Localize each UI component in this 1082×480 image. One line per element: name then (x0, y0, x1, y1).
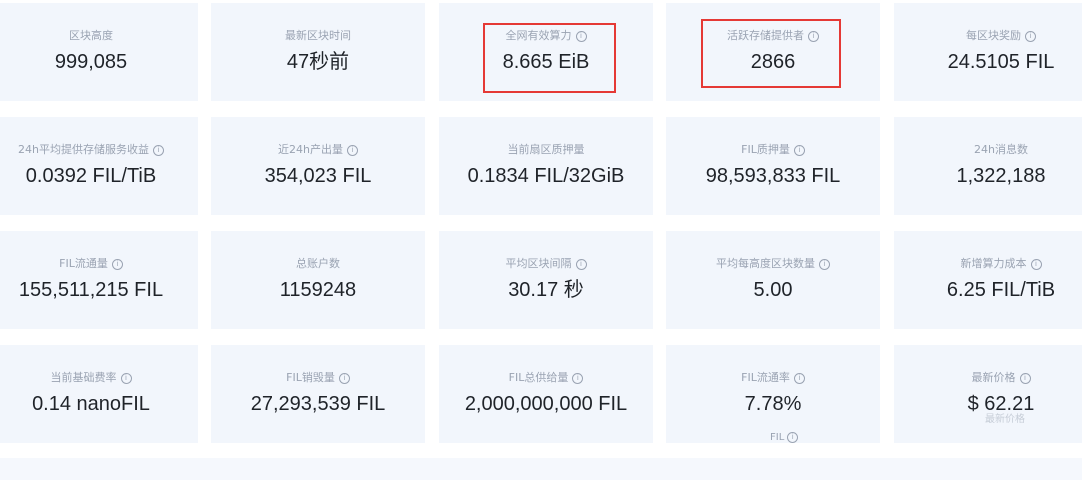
stat-card: 总账户数 1159248 (211, 231, 425, 329)
stat-label: 近24h产出量 i (278, 143, 358, 157)
stat-value: 6.25 FIL/TiB (946, 279, 1056, 301)
stat-value: 0.14 nanoFIL (32, 393, 150, 415)
stat-value: 24.5105 FIL (947, 51, 1055, 73)
stat-value: 2,000,000,000 FIL (464, 393, 628, 415)
info-icon[interactable]: i (111, 258, 123, 270)
stat-label: 新增算力成本 i (961, 257, 1042, 271)
stat-label-text: 当前扇区质押量 (507, 143, 585, 156)
stat-label-text: 24h消息数 (974, 143, 1028, 156)
stat-label-text: 当前基础费率 (50, 371, 117, 384)
stat-label-text: 平均每高度区块数量 (716, 257, 815, 270)
stat-label-text: FIL流通率 (741, 371, 790, 384)
stat-card: 平均区块间隔 i 30.17 秒 (439, 231, 653, 329)
stat-label: 每区块奖励 i (966, 29, 1036, 43)
stat-value: 0.1834 FIL/32GiB (467, 165, 625, 187)
stat-card: FIL质押量 i 98,593,833 FIL (666, 117, 880, 215)
info-icon[interactable]: i (793, 144, 805, 156)
stat-label-text: 最新价格 (971, 371, 1016, 384)
stat-label-text: 每区块奖励 (966, 29, 1021, 42)
stat-value: 5.00 (753, 279, 793, 301)
stat-value: 98,593,833 FIL (705, 165, 841, 187)
stat-label: FIL销毁量 i (286, 371, 350, 385)
stat-card: FIL销毁量 i 27,293,539 FIL (211, 345, 425, 443)
info-icon[interactable]: i (1019, 372, 1031, 384)
stat-label: FIL流通率 i (741, 371, 805, 385)
stat-label-text: FIL销毁量 (286, 371, 335, 384)
stat-value: 47秒前 (286, 51, 350, 73)
stat-label: FIL质押量 i (741, 143, 805, 157)
stat-card: 平均每高度区块数量 i 5.00 (666, 231, 880, 329)
stat-card: 每区块奖励 i 24.5105 FIL (894, 3, 1082, 101)
stat-label: 最新价格 i (972, 371, 1031, 385)
stat-label: 总账户数 (296, 257, 340, 271)
stat-card: 24h平均提供存储服务收益 i 0.0392 FIL/TiB (0, 117, 198, 215)
stat-value: 27,293,539 FIL (250, 393, 386, 415)
stat-card: 24h消息数 1,322,188 (894, 117, 1082, 215)
info-icon[interactable]: i (793, 372, 805, 384)
stat-label-text: 近24h产出量 (278, 143, 343, 156)
info-icon[interactable]: i (152, 144, 164, 156)
stat-value: 354,023 FIL (264, 165, 372, 187)
info-icon[interactable]: i (338, 372, 350, 384)
info-icon[interactable]: i (1025, 30, 1036, 42)
stat-card: 当前基础费率 i 0.14 nanoFIL (0, 345, 198, 443)
info-icon[interactable]: i (572, 372, 584, 384)
price-overflow-label: 最新价格 (985, 414, 1025, 425)
stat-card: FIL总供给量 i 2,000,000,000 FIL (439, 345, 653, 443)
info-icon[interactable]: i (1030, 258, 1042, 270)
stat-value: 2866 (750, 51, 796, 73)
stat-label-text: 平均区块间隔 (505, 257, 572, 270)
stat-label-text: 最新区块时间 (285, 29, 351, 42)
stat-label-text: 新增算力成本 (960, 257, 1027, 270)
stat-label-text: FIL质押量 (741, 143, 790, 156)
stat-value: 8.665 EiB (502, 51, 590, 73)
stat-label-text: 24h平均提供存储服务收益 (18, 143, 149, 156)
stat-card: 当前扇区质押量 0.1834 FIL/32GiB (439, 117, 653, 215)
stat-label: 活跃存储提供者 i (727, 29, 819, 43)
stat-label: 24h平均提供存储服务收益 i (18, 143, 164, 157)
info-icon[interactable]: i (808, 30, 819, 42)
stat-value: 0.0392 FIL/TiB (25, 165, 157, 187)
info-icon[interactable]: i (346, 144, 358, 156)
info-icon[interactable]: i (120, 372, 132, 384)
stats-grid: 区块高度 999,085 最新区块时间 47秒前 全网有效算力 i 8.665 EiB 活跃存… (0, 0, 1082, 480)
stat-card: 最新价格 i $ 62.21 (894, 345, 1082, 443)
stat-label: 全网有效算力 i (506, 29, 587, 43)
stat-label-text: 活跃存储提供者 (727, 29, 804, 42)
stat-label: FIL流通量 i (59, 257, 123, 271)
stat-label-text: FIL流通量 (59, 257, 108, 270)
footer-band (0, 458, 1082, 480)
info-icon[interactable]: i (819, 258, 830, 270)
stat-label: 平均区块间隔 i (506, 257, 587, 271)
stat-value: 1,322,188 (956, 165, 1046, 187)
stat-value: 7.78% (744, 393, 802, 415)
stat-card: 全网有效算力 i 8.665 EiB (439, 3, 653, 101)
stat-label: 区块高度 (69, 29, 113, 43)
stat-value: 30.17 秒 (508, 279, 584, 301)
stat-label: FIL总供给量 i (509, 371, 584, 385)
stat-label-text: 全网有效算力 (505, 29, 572, 42)
stat-label: 当前基础费率 i (51, 371, 132, 385)
stat-card: 最新区块时间 47秒前 (211, 3, 425, 101)
stat-label-text: FIL总供给量 (508, 371, 569, 384)
stat-value: 999,085 (54, 51, 128, 73)
stat-label: 当前扇区质押量 (508, 143, 585, 157)
stat-card: FIL流通量 i 155,511,215 FIL (0, 231, 198, 329)
stat-value: 155,511,215 FIL (18, 279, 164, 301)
info-icon[interactable]: i (787, 432, 799, 443)
info-icon[interactable]: i (575, 30, 587, 42)
stat-label-text: 区块高度 (69, 29, 113, 42)
fil-overflow-label: FIL i (770, 432, 799, 443)
stat-label-text: 总账户数 (296, 257, 340, 270)
stat-card: 近24h产出量 i 354,023 FIL (211, 117, 425, 215)
stat-label: 24h消息数 (974, 143, 1028, 157)
stat-label: 平均每高度区块数量 i (716, 257, 830, 271)
stat-card: FIL流通率 i 7.78% (666, 345, 880, 443)
stat-card: 新增算力成本 i 6.25 FIL/TiB (894, 231, 1082, 329)
stat-card: 活跃存储提供者 i 2866 (666, 3, 880, 101)
stat-card: 区块高度 999,085 (0, 3, 198, 101)
stat-value: 1159248 (279, 279, 357, 301)
stat-label: 最新区块时间 (285, 29, 351, 43)
info-icon[interactable]: i (575, 258, 587, 270)
